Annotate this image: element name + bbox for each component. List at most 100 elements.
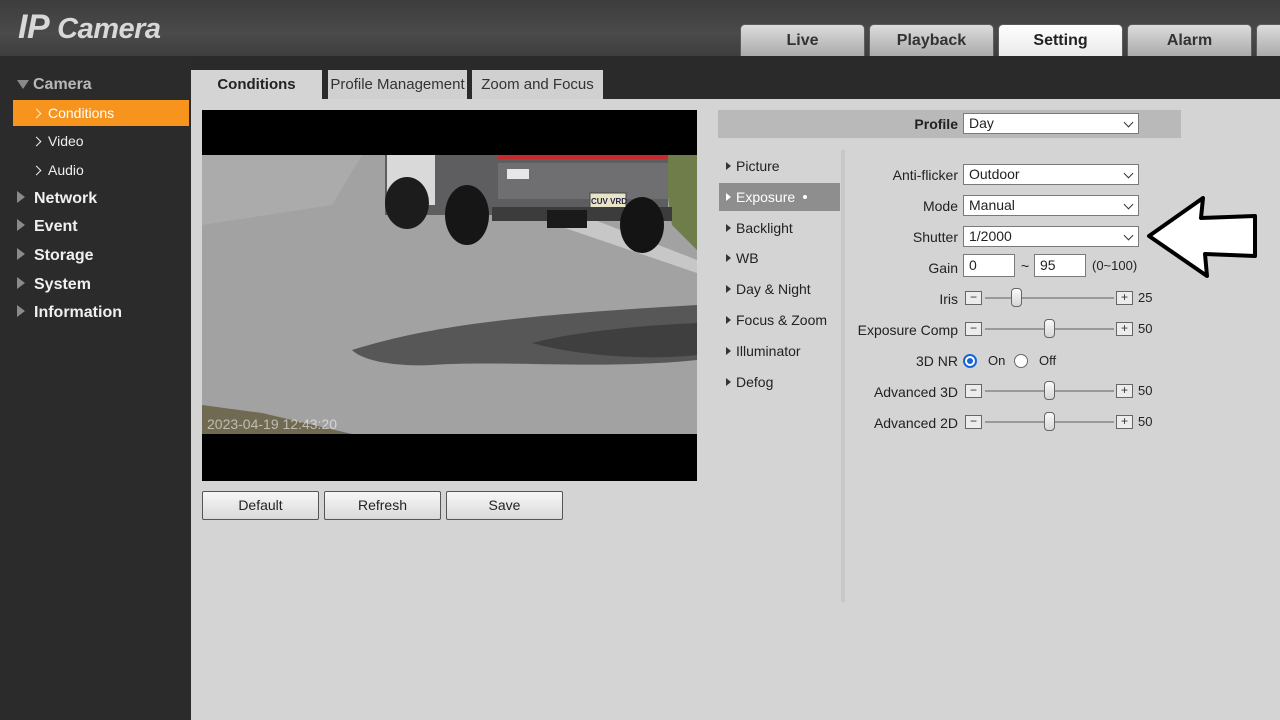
sidebar-section-label: Event [34, 218, 78, 235]
iris-decrease-button[interactable]: − [965, 291, 982, 305]
app-logo: IP Camera [18, 8, 161, 47]
submenu-illuminator[interactable]: Illuminator [719, 337, 840, 365]
sidebar-item-label: Conditions [48, 105, 115, 121]
subtab-conditions[interactable]: Conditions [191, 70, 322, 99]
tab-live[interactable]: Live [740, 24, 865, 57]
profile-select[interactable]: Day [963, 113, 1139, 134]
profile-label: Profile [914, 116, 958, 132]
advanced-3d-decrease-button[interactable]: − [965, 384, 982, 398]
logo-ip: IP [18, 8, 50, 46]
gain-separator: ~ [1021, 258, 1030, 274]
gain-max-input[interactable]: 95 [1034, 254, 1086, 277]
submenu-label: Day & Night [736, 281, 811, 297]
sidebar-section-information[interactable]: Information [17, 304, 122, 328]
triangle-right-icon [726, 162, 731, 170]
logo-camera: Camera [57, 13, 161, 45]
submenu-label: Focus & Zoom [736, 312, 828, 328]
sidebar-item-label: Video [48, 133, 84, 149]
mode-label: Mode [922, 198, 958, 214]
sidebar-item-video[interactable]: Video [13, 128, 189, 154]
sidebar-section-label: Network [34, 190, 98, 207]
tab-playback[interactable]: Playback [869, 24, 994, 57]
expand-triangle-icon [17, 305, 25, 317]
save-button[interactable]: Save [446, 491, 563, 520]
sidebar-item-label: Audio [48, 162, 84, 178]
sidebar-item-audio[interactable]: Audio [13, 157, 189, 183]
submenu-backlight[interactable]: Backlight [719, 214, 840, 242]
expand-triangle-icon [17, 219, 25, 231]
sidebar [0, 56, 191, 720]
iris-slider-thumb[interactable] [1011, 288, 1023, 307]
shutter-label: Shutter [912, 229, 958, 245]
exposure-comp-slider-thumb[interactable] [1043, 319, 1055, 338]
submenu-label: Picture [736, 158, 780, 174]
triangle-right-icon [726, 193, 731, 201]
sidebar-section-label: Camera [33, 76, 92, 93]
triangle-right-icon [726, 316, 731, 324]
video-preview[interactable]: CUV VRD 2023-04-19 12:43:20 [202, 110, 697, 481]
sidebar-section-storage[interactable]: Storage [17, 247, 94, 271]
collapse-triangle-icon [17, 80, 29, 89]
anti-flicker-select[interactable]: Outdoor [963, 164, 1139, 185]
chevron-right-icon [31, 165, 42, 176]
sidebar-section-label: Storage [34, 247, 94, 264]
advanced-3d-slider-thumb[interactable] [1043, 381, 1055, 400]
advanced-2d-label: Advanced 2D [873, 415, 958, 431]
submenu-label: Defog [736, 374, 774, 390]
3d-nr-on-radio[interactable] [963, 354, 977, 368]
subtab-zoom-and-focus[interactable]: Zoom and Focus [472, 70, 603, 99]
camera-frame: CUV VRD [202, 155, 697, 434]
sidebar-section-network[interactable]: Network [17, 190, 97, 214]
sidebar-section-label: Information [34, 304, 122, 321]
iris-label: Iris [939, 291, 958, 307]
tab-setting[interactable]: Setting [998, 24, 1123, 57]
submenu-day-night[interactable]: Day & Night [719, 275, 840, 303]
profile-value: Day [969, 115, 994, 131]
chevron-down-icon [1123, 117, 1134, 128]
advanced-2d-decrease-button[interactable]: − [965, 415, 982, 429]
mode-value: Manual [969, 197, 1015, 213]
exposure-comp-label: Exposure Comp [857, 322, 958, 338]
cursor-icon [803, 195, 807, 199]
sidebar-section-event[interactable]: Event [17, 218, 78, 242]
anti-flicker-value: Outdoor [969, 166, 1020, 182]
triangle-right-icon [726, 224, 731, 232]
sidebar-item-conditions[interactable]: Conditions [13, 100, 189, 126]
submenu-picture[interactable]: Picture [719, 152, 840, 180]
subtab-profile-management[interactable]: Profile Management [328, 70, 467, 99]
advanced-2d-increase-button[interactable]: + [1116, 415, 1133, 429]
expand-triangle-icon [17, 277, 25, 289]
license-plate: CUV VRD [591, 197, 628, 206]
3d-nr-label: 3D NR [915, 353, 958, 369]
anti-flicker-label: Anti-flicker [892, 167, 958, 183]
iris-slider-track[interactable] [985, 297, 1114, 299]
sidebar-section-system[interactable]: System [17, 276, 91, 300]
exposure-comp-increase-button[interactable]: + [1116, 322, 1133, 336]
mode-select[interactable]: Manual [963, 195, 1139, 216]
chevron-down-icon [1123, 168, 1134, 179]
advanced-2d-slider-thumb[interactable] [1043, 412, 1055, 431]
shutter-select[interactable]: 1/2000 [963, 226, 1139, 247]
3d-nr-off-radio[interactable] [1014, 354, 1028, 368]
submenu-label: Backlight [736, 220, 793, 236]
chevron-right-icon [31, 108, 42, 119]
chevron-right-icon [31, 136, 42, 147]
tab-more[interactable] [1256, 24, 1280, 57]
expand-triangle-icon [17, 191, 25, 203]
sidebar-section-camera[interactable]: Camera [17, 76, 92, 100]
submenu-defog[interactable]: Defog [719, 368, 840, 396]
triangle-right-icon [726, 347, 731, 355]
iris-increase-button[interactable]: + [1116, 291, 1133, 305]
refresh-button[interactable]: Refresh [324, 491, 441, 520]
shutter-value: 1/2000 [969, 228, 1012, 244]
submenu-exposure[interactable]: Exposure [719, 183, 840, 211]
advanced-3d-increase-button[interactable]: + [1116, 384, 1133, 398]
exposure-comp-decrease-button[interactable]: − [965, 322, 982, 336]
submenu-focus-zoom[interactable]: Focus & Zoom [719, 306, 840, 334]
tab-alarm[interactable]: Alarm [1127, 24, 1252, 57]
gain-min-input[interactable]: 0 [963, 254, 1015, 277]
expand-triangle-icon [17, 248, 25, 260]
triangle-right-icon [726, 254, 731, 262]
submenu-wb[interactable]: WB [719, 244, 840, 272]
default-button[interactable]: Default [202, 491, 319, 520]
